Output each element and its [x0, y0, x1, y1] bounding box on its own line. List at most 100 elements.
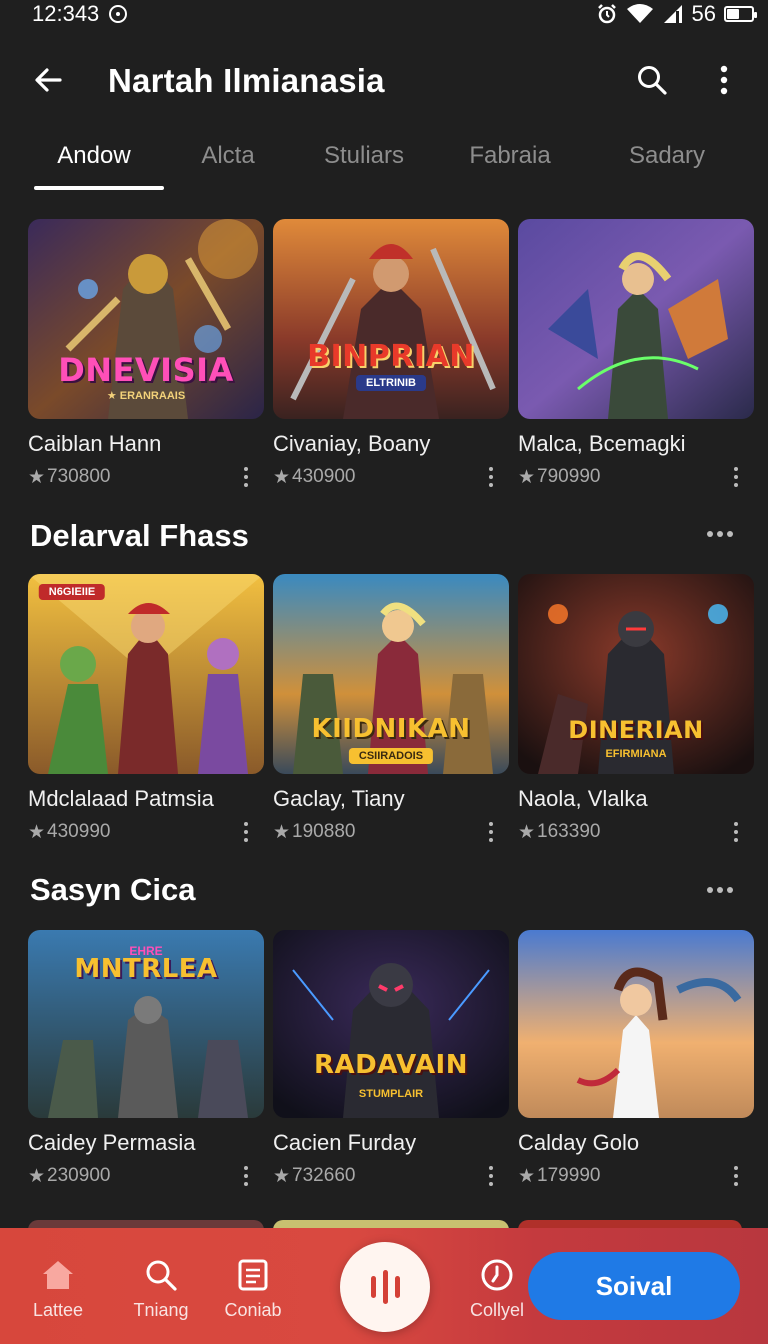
- nav-item-library[interactable]: Coniab: [208, 1258, 298, 1321]
- game-rating: 179990: [537, 1165, 601, 1186]
- card-menu-button[interactable]: [485, 467, 497, 487]
- nav-label: Lattee: [32, 1300, 84, 1320]
- section-title: Delarval Fhass: [30, 518, 249, 553]
- game-thumbnail[interactable]: DNEVISIA ★ ERANRAAIS: [28, 219, 264, 419]
- battery-icon: [724, 6, 757, 22]
- equalizer-icon: [370, 1270, 400, 1304]
- game-title: Mdclalaad Patmsia: [28, 786, 214, 811]
- star-icon: ★: [28, 821, 46, 843]
- card-menu-button[interactable]: [730, 822, 742, 842]
- game-meta: ★ 190880: [273, 820, 509, 844]
- game-thumbnail[interactable]: BINPRIAN ELTRINIB: [273, 219, 509, 419]
- game-art-title: DNEVISIA: [58, 351, 234, 389]
- star-icon: ★: [273, 1165, 291, 1187]
- game-art-title: BINPRIAN: [307, 339, 475, 374]
- star-icon: ★: [518, 466, 536, 488]
- game-rating: 790990: [537, 466, 601, 487]
- game-art-title: KIIDNIKAN: [311, 714, 471, 744]
- home-icon: [43, 1261, 73, 1289]
- star-icon: ★: [518, 1165, 536, 1187]
- game-art-title: RADAVAIN: [314, 1050, 468, 1080]
- tab-alcta[interactable]: Alcta: [180, 130, 276, 182]
- primary-action-button[interactable]: Soival: [528, 1252, 740, 1320]
- game-art-subtitle: EFIRMIANA: [605, 748, 667, 760]
- game-rating: 190880: [292, 821, 356, 842]
- status-bar: 12:343 56: [0, 0, 768, 28]
- game-thumbnail[interactable]: [518, 930, 754, 1118]
- search-button[interactable]: [632, 60, 672, 100]
- game-card[interactable]: BINPRIAN ELTRINIB Civaniay, Boany ★ 43090…: [273, 219, 509, 489]
- game-title: Caidey Permasia: [28, 1130, 196, 1155]
- game-thumbnail[interactable]: RADAVAIN STUMPLAIR: [273, 930, 509, 1118]
- status-time: 12:343: [32, 1, 100, 26]
- game-thumbnail[interactable]: EHRE MNTRLEA: [28, 930, 264, 1118]
- game-art-subtitle: STUMPLAIR: [358, 1088, 424, 1100]
- app-bar: Nartah Ilmianasia: [0, 50, 768, 110]
- game-thumbnail[interactable]: KIIDNIKAN CSIIRADOIS: [273, 574, 509, 774]
- play-fab-button[interactable]: [340, 1242, 430, 1332]
- game-rating: 230900: [47, 1165, 111, 1186]
- game-title: Gaclay, Tiany: [273, 786, 405, 811]
- game-rating: 732660: [292, 1165, 356, 1186]
- game-title: Calday Golo: [518, 1130, 640, 1155]
- game-art-title: DINERIAN: [568, 716, 704, 744]
- game-meta: ★ 790990: [518, 465, 754, 489]
- card-menu-button[interactable]: [240, 467, 252, 487]
- game-art-title: MNTRLEA: [74, 954, 218, 984]
- game-card[interactable]: DNEVISIA ★ ERANRAAIS Caiblan Hann ★ 73080…: [28, 219, 264, 489]
- battery-level: 56: [691, 1, 716, 26]
- clock-icon: [481, 1259, 513, 1291]
- game-art-subtitle: ★ ERANRAAIS: [106, 390, 186, 402]
- tab-fabraia[interactable]: Fabraia: [452, 130, 568, 182]
- nav-label: Collyel: [469, 1300, 525, 1320]
- game-title: Caiblan Hann: [28, 431, 162, 456]
- nav-item-search[interactable]: Tniang: [116, 1258, 206, 1321]
- section-more-button[interactable]: [696, 522, 744, 546]
- game-card[interactable]: Malca, Bcemagki ★ 790990: [518, 219, 754, 489]
- game-art-badge: N6GIEIIE: [38, 584, 106, 600]
- card-menu-button[interactable]: [730, 1166, 742, 1186]
- game-art-subtitle: CSIIRADOIS: [348, 748, 434, 764]
- tab-stuliars[interactable]: Stuliars: [306, 130, 422, 182]
- star-icon: ★: [518, 821, 536, 843]
- game-card[interactable]: RADAVAIN STUMPLAIR Cacien Furday ★ 732660: [273, 930, 509, 1188]
- tab-andow[interactable]: Andow: [34, 130, 154, 182]
- game-card[interactable]: KIIDNIKAN CSIIRADOIS Gaclay, Tiany ★ 1908…: [273, 574, 509, 844]
- star-icon: ★: [28, 1165, 46, 1187]
- game-card[interactable]: DINERIAN EFIRMIANA Naola, Vlalka ★ 163390: [518, 574, 754, 844]
- game-thumbnail[interactable]: N6GIEIIE: [28, 574, 264, 774]
- nav-item-home[interactable]: Lattee: [13, 1258, 103, 1321]
- search-icon: [638, 66, 667, 95]
- game-meta: ★ 163390: [518, 820, 754, 844]
- tab-indicator: [34, 186, 164, 190]
- nav-label: Tniang: [133, 1300, 189, 1320]
- star-icon: ★: [28, 466, 46, 488]
- card-menu-button[interactable]: [240, 1166, 252, 1186]
- game-thumbnail[interactable]: DINERIAN EFIRMIANA: [518, 574, 754, 774]
- card-menu-button[interactable]: [240, 822, 252, 842]
- alarm-icon: [597, 4, 616, 24]
- back-button[interactable]: [28, 60, 68, 100]
- game-art-subtitle: ELTRINIB: [356, 375, 426, 391]
- game-thumbnail[interactable]: [518, 219, 754, 419]
- game-title: Naola, Vlalka: [518, 786, 648, 811]
- game-card[interactable]: EHRE MNTRLEA Caidey Permasia ★ 230900: [28, 930, 264, 1188]
- overflow-menu-button[interactable]: [706, 60, 742, 100]
- game-meta: ★ 732660: [273, 1164, 509, 1188]
- signal-icon: [663, 5, 682, 23]
- game-meta: ★ 230900: [28, 1164, 264, 1188]
- game-meta: ★ 179990: [518, 1164, 754, 1188]
- game-meta: ★ 430900: [273, 465, 509, 489]
- game-rating: 730800: [47, 466, 111, 487]
- game-card[interactable]: Calday Golo ★ 179990: [518, 930, 754, 1188]
- tab-sadary[interactable]: Sadary: [612, 130, 722, 182]
- game-rating: 430900: [292, 466, 356, 487]
- game-rating: 163390: [537, 821, 601, 842]
- document-icon: [238, 1259, 268, 1291]
- card-menu-button[interactable]: [485, 822, 497, 842]
- more-vertical-icon: [720, 65, 728, 95]
- section-more-button[interactable]: [696, 878, 744, 902]
- card-menu-button[interactable]: [485, 1166, 497, 1186]
- game-card[interactable]: N6GIEIIE Mdclalaad Patmsia ★ 430990: [28, 574, 264, 844]
- card-menu-button[interactable]: [730, 467, 742, 487]
